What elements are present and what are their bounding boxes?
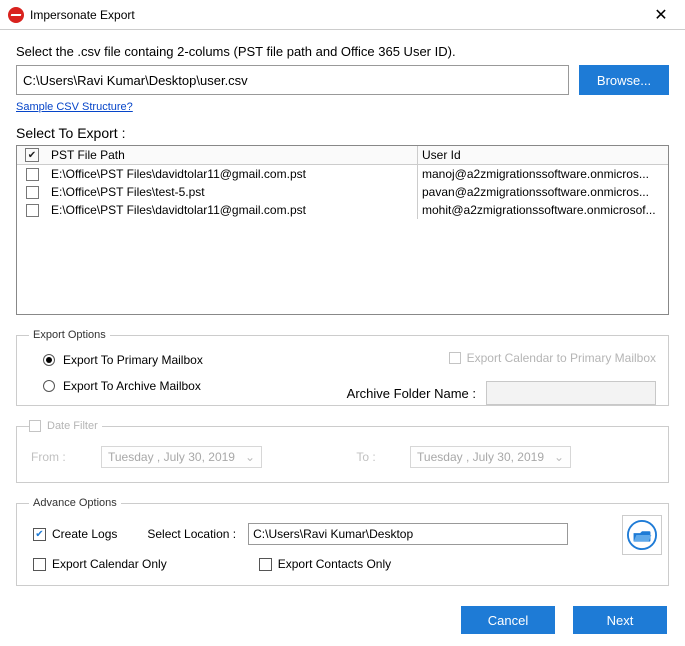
export-options-group: Export Options Export To Primary Mailbox… [16, 329, 669, 406]
export-calendar-only-checkbox[interactable]: Export Calendar Only [33, 557, 167, 571]
radio-label: Export To Archive Mailbox [63, 379, 201, 393]
browse-button[interactable]: Browse... [579, 65, 669, 95]
radio-icon [43, 380, 55, 392]
to-date-value: Tuesday , July 30, 2019 [417, 450, 544, 464]
export-grid: PST File Path User Id E:\Office\PST File… [16, 145, 669, 315]
grid-header: PST File Path User Id [17, 146, 668, 165]
archive-folder-label: Archive Folder Name : [347, 386, 476, 401]
app-icon [8, 7, 24, 23]
column-header-user[interactable]: User Id [417, 146, 668, 164]
select-to-export-label: Select To Export : [16, 125, 669, 141]
cell-path: E:\Office\PST Files\davidtolar11@gmail.c… [47, 165, 417, 183]
advance-options-group: Advance Options Create Logs Select Locat… [16, 497, 669, 586]
row-checkbox[interactable] [26, 186, 39, 199]
date-filter-group: Date Filter From : Tuesday , July 30, 20… [16, 420, 669, 483]
next-button[interactable]: Next [573, 606, 667, 634]
checkbox-label: Export Calendar to Primary Mailbox [467, 351, 656, 365]
select-all-checkbox[interactable] [25, 148, 39, 162]
export-calendar-primary-checkbox: Export Calendar to Primary Mailbox [449, 351, 656, 365]
browse-location-button[interactable] [622, 515, 662, 555]
checkbox-label: Export Calendar Only [52, 557, 167, 571]
to-date-picker: Tuesday , July 30, 2019 ⌄ [410, 446, 571, 468]
sample-csv-link[interactable]: Sample CSV Structure? [16, 101, 133, 113]
footer: Cancel Next [0, 594, 685, 646]
folder-open-icon [627, 520, 657, 550]
checkbox-label: Export Contacts Only [278, 557, 391, 571]
csv-path-input[interactable] [16, 65, 569, 95]
row-checkbox[interactable] [26, 168, 39, 181]
from-date-value: Tuesday , July 30, 2019 [108, 450, 235, 464]
location-input[interactable] [248, 523, 568, 545]
radio-icon [43, 354, 55, 366]
date-filter-checkbox[interactable] [29, 420, 41, 432]
export-contacts-only-checkbox[interactable]: Export Contacts Only [259, 557, 391, 571]
export-options-legend: Export Options [29, 329, 110, 341]
to-label: To : [336, 450, 396, 464]
cell-path: E:\Office\PST Files\davidtolar11@gmail.c… [47, 201, 417, 219]
table-row[interactable]: E:\Office\PST Files\davidtolar11@gmail.c… [17, 165, 668, 183]
from-label: From : [31, 450, 87, 464]
table-row[interactable]: E:\Office\PST Files\davidtolar11@gmail.c… [17, 201, 668, 219]
chevron-down-icon: ⌄ [554, 450, 564, 464]
advance-options-legend: Advance Options [29, 497, 121, 509]
cancel-button[interactable]: Cancel [461, 606, 555, 634]
checkbox-icon [33, 528, 46, 541]
instruction-text: Select the .csv file containg 2-colums (… [16, 44, 669, 59]
select-location-label: Select Location : [147, 527, 236, 541]
chevron-down-icon: ⌄ [245, 450, 255, 464]
table-row[interactable]: E:\Office\PST Files\test-5.pst pavan@a2z… [17, 183, 668, 201]
date-filter-legend: Date Filter [47, 420, 98, 432]
cell-path: E:\Office\PST Files\test-5.pst [47, 183, 417, 201]
checkbox-icon [259, 558, 272, 571]
checkbox-icon [33, 558, 46, 571]
cell-user: mohit@a2zmigrationssoftware.onmicrosof..… [417, 201, 668, 219]
close-icon[interactable]: ✕ [641, 1, 681, 29]
create-logs-checkbox[interactable]: Create Logs [33, 527, 117, 541]
from-date-picker: Tuesday , July 30, 2019 ⌄ [101, 446, 262, 468]
row-checkbox[interactable] [26, 204, 39, 217]
checkbox-icon [449, 352, 461, 364]
archive-folder-input [486, 381, 656, 405]
column-header-path[interactable]: PST File Path [47, 146, 417, 164]
window-title: Impersonate Export [30, 8, 641, 22]
radio-label: Export To Primary Mailbox [63, 353, 203, 367]
titlebar: Impersonate Export ✕ [0, 0, 685, 30]
cell-user: manoj@a2zmigrationssoftware.onmicros... [417, 165, 668, 183]
cell-user: pavan@a2zmigrationssoftware.onmicros... [417, 183, 668, 201]
checkbox-label: Create Logs [52, 527, 117, 541]
